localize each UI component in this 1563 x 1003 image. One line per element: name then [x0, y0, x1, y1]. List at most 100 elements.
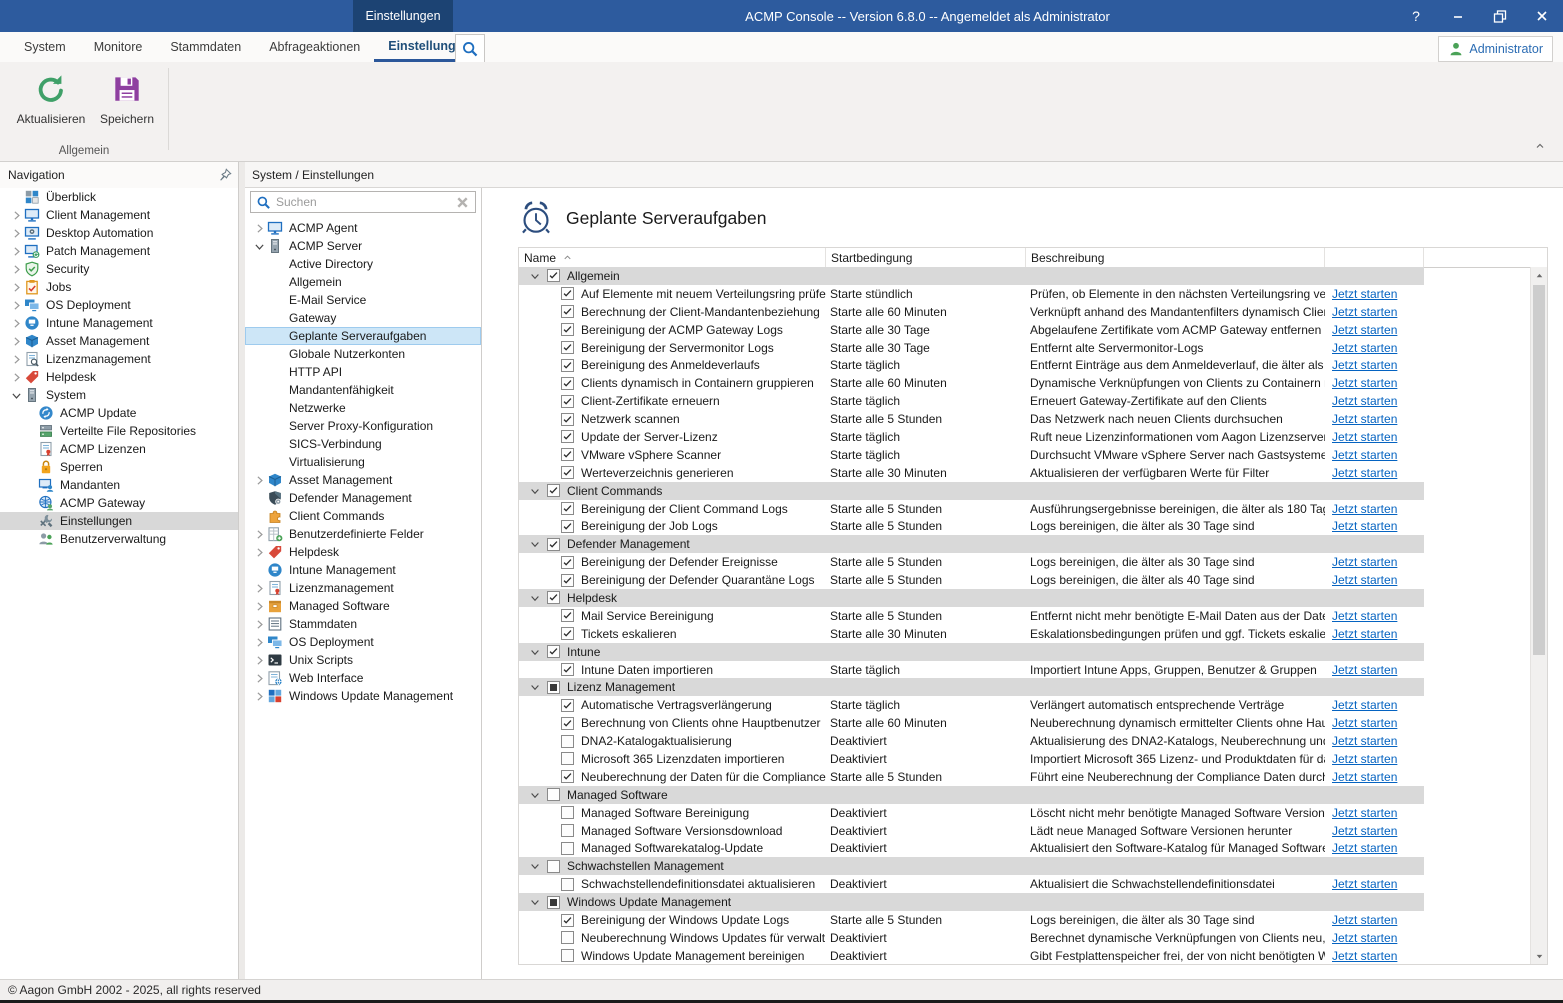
- tree-item-globale-nutzerkonten[interactable]: Globale Nutzerkonten: [245, 345, 481, 363]
- checkbox-checked[interactable]: [561, 287, 574, 300]
- tree-item-windows-update-management[interactable]: Windows Update Management: [245, 687, 481, 705]
- sidebar-item-patch-management[interactable]: Patch Management: [0, 242, 238, 260]
- tree-item-sics-verbindung[interactable]: SICS-Verbindung: [245, 435, 481, 453]
- checkbox-false[interactable]: [561, 931, 574, 944]
- minimize-button[interactable]: [1437, 0, 1479, 32]
- group-row-allgemein[interactable]: Allgemein: [519, 267, 1424, 285]
- checkbox-mixed[interactable]: [547, 681, 560, 694]
- tree-item-helpdesk[interactable]: Helpdesk: [245, 543, 481, 561]
- tree-item-stammdaten[interactable]: Stammdaten: [245, 615, 481, 633]
- start-now-link[interactable]: Jetzt starten: [1332, 341, 1397, 355]
- chevron-down-icon[interactable]: [529, 485, 543, 497]
- scrollbar-thumb[interactable]: [1533, 285, 1545, 655]
- tree-item-acmp-server[interactable]: ACMP Server: [245, 237, 481, 255]
- administrator-user-button[interactable]: Administrator: [1438, 36, 1553, 62]
- save-button[interactable]: Speichern: [92, 72, 162, 126]
- checkbox-checked[interactable]: [561, 717, 574, 730]
- clear-search-icon[interactable]: [455, 195, 470, 210]
- column-header-actions[interactable]: [1325, 248, 1424, 267]
- chevron-down-icon[interactable]: [529, 896, 543, 908]
- checkbox-checked[interactable]: [561, 556, 574, 569]
- start-now-link[interactable]: Jetzt starten: [1332, 394, 1397, 408]
- start-now-link[interactable]: Jetzt starten: [1332, 358, 1397, 372]
- checkbox-checked[interactable]: [561, 323, 574, 336]
- start-now-link[interactable]: Jetzt starten: [1332, 770, 1397, 784]
- checkbox-false[interactable]: [561, 878, 574, 891]
- checkbox-false[interactable]: [561, 842, 574, 855]
- checkbox-false[interactable]: [561, 735, 574, 748]
- collapse-ribbon-button[interactable]: [1531, 139, 1549, 153]
- sidebar-item-intune-management[interactable]: Intune Management: [0, 314, 238, 332]
- pin-icon[interactable]: [218, 168, 232, 182]
- refresh-button[interactable]: Aktualisieren: [12, 72, 90, 126]
- checkbox-checked[interactable]: [561, 359, 574, 372]
- scroll-up-icon[interactable]: [1531, 267, 1547, 283]
- start-now-link[interactable]: Jetzt starten: [1332, 824, 1397, 838]
- tree-item-mandantenf-higkeit[interactable]: Mandantenfähigkeit: [245, 381, 481, 399]
- sidebar-item-acmp-update[interactable]: ACMP Update: [0, 404, 238, 422]
- sidebar-item-desktop-automation[interactable]: Desktop Automation: [0, 224, 238, 242]
- tab-monitore[interactable]: Monitore: [80, 32, 157, 62]
- scroll-down-icon[interactable]: [1531, 948, 1547, 964]
- tree-item-active-directory[interactable]: Active Directory: [245, 255, 481, 273]
- checkbox-checked[interactable]: [561, 627, 574, 640]
- tree-item-e-mail-service[interactable]: E-Mail Service: [245, 291, 481, 309]
- vertical-scrollbar[interactable]: [1530, 267, 1547, 964]
- tree-item-geplante-serveraufgaben[interactable]: Geplante Serveraufgaben: [245, 327, 481, 345]
- sidebar-item-lizenzmanagement[interactable]: Lizenzmanagement: [0, 350, 238, 368]
- group-row-schwachstellen-management[interactable]: Schwachstellen Management: [519, 857, 1424, 875]
- sidebar-item-os-deployment[interactable]: OS Deployment: [0, 296, 238, 314]
- sidebar-item-sperren[interactable]: Sperren: [0, 458, 238, 476]
- tree-item-gateway[interactable]: Gateway: [245, 309, 481, 327]
- checkbox-checked[interactable]: [561, 341, 574, 354]
- checkbox-checked[interactable]: [561, 663, 574, 676]
- start-now-link[interactable]: Jetzt starten: [1332, 841, 1397, 855]
- tree-item-benutzerdefinierte-felder[interactable]: Benutzerdefinierte Felder: [245, 525, 481, 543]
- group-row-client-commands[interactable]: Client Commands: [519, 482, 1424, 500]
- sidebar-item-einstellungen[interactable]: Einstellungen: [0, 512, 238, 530]
- sidebar-item-system[interactable]: System: [0, 386, 238, 404]
- tab-abfrageaktionen[interactable]: Abfrageaktionen: [255, 32, 374, 62]
- column-header-start-condition[interactable]: Startbedingung: [826, 248, 1026, 267]
- checkbox-checked[interactable]: [547, 538, 560, 551]
- sidebar-item-verteilte-file-repositories[interactable]: Verteilte File Repositories: [0, 422, 238, 440]
- tree-item-asset-management[interactable]: Asset Management: [245, 471, 481, 489]
- tree-item-web-interface[interactable]: Web Interface: [245, 669, 481, 687]
- tree-item-server-proxy-konfiguration[interactable]: Server Proxy-Konfiguration: [245, 417, 481, 435]
- start-now-link[interactable]: Jetzt starten: [1332, 502, 1397, 516]
- checkbox-checked[interactable]: [561, 699, 574, 712]
- tree-item-unix-scripts[interactable]: Unix Scripts: [245, 651, 481, 669]
- checkbox-checked[interactable]: [547, 484, 560, 497]
- group-row-intune[interactable]: Intune: [519, 643, 1424, 661]
- start-now-link[interactable]: Jetzt starten: [1332, 519, 1397, 533]
- checkbox-mixed[interactable]: [547, 896, 560, 909]
- checkbox-checked[interactable]: [561, 430, 574, 443]
- tree-item-virtualisierung[interactable]: Virtualisierung: [245, 453, 481, 471]
- sidebar-item-acmp-lizenzen[interactable]: ACMP Lizenzen: [0, 440, 238, 458]
- start-now-link[interactable]: Jetzt starten: [1332, 555, 1397, 569]
- sidebar-item-benutzerverwaltung[interactable]: Benutzerverwaltung: [0, 530, 238, 548]
- tree-item-client-commands[interactable]: Client Commands: [245, 507, 481, 525]
- column-header-name[interactable]: Name: [519, 248, 826, 267]
- chevron-down-icon[interactable]: [529, 538, 543, 550]
- sidebar-item-client-management[interactable]: Client Management: [0, 206, 238, 224]
- tree-item-netzwerke[interactable]: Netzwerke: [245, 399, 481, 417]
- checkbox-checked[interactable]: [561, 770, 574, 783]
- start-now-link[interactable]: Jetzt starten: [1332, 627, 1397, 641]
- sidebar-item-security[interactable]: Security: [0, 260, 238, 278]
- start-now-link[interactable]: Jetzt starten: [1332, 448, 1397, 462]
- chevron-down-icon[interactable]: [529, 789, 543, 801]
- checkbox-false[interactable]: [561, 752, 574, 765]
- tree-item-os-deployment[interactable]: OS Deployment: [245, 633, 481, 651]
- checkbox-checked[interactable]: [561, 520, 574, 533]
- start-now-link[interactable]: Jetzt starten: [1332, 949, 1397, 963]
- start-now-link[interactable]: Jetzt starten: [1332, 663, 1397, 677]
- checkbox-checked[interactable]: [547, 591, 560, 604]
- tree-item-defender-management[interactable]: Defender Management: [245, 489, 481, 507]
- tree-item-managed-software[interactable]: Managed Software: [245, 597, 481, 615]
- start-now-link[interactable]: Jetzt starten: [1332, 305, 1397, 319]
- start-now-link[interactable]: Jetzt starten: [1332, 806, 1397, 820]
- sidebar-item-asset-management[interactable]: Asset Management: [0, 332, 238, 350]
- checkbox-checked[interactable]: [561, 413, 574, 426]
- checkbox-checked[interactable]: [561, 395, 574, 408]
